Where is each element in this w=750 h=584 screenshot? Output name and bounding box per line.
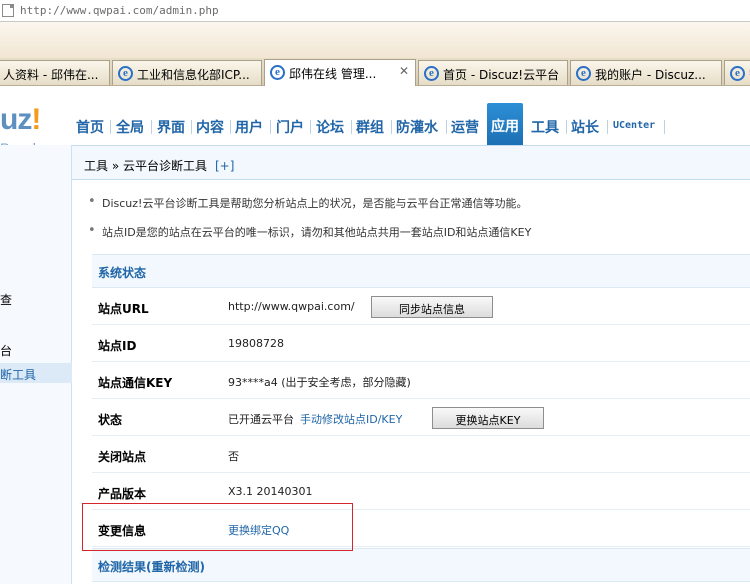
discuz-logo: uz! (0, 103, 41, 136)
nav-forum[interactable]: 论坛 (316, 117, 344, 137)
ie-icon: e (270, 65, 285, 80)
tab-label: 工业和信息化部ICP... (137, 68, 250, 82)
nav-home[interactable]: 首页 (76, 117, 104, 137)
ie-icon: e (730, 66, 745, 81)
row-site-url: 站点URL http://www.qwpai.com/ 同步站点信息 (92, 288, 750, 325)
left-sidebar: 查 台 断工具 (0, 145, 72, 584)
row-value: http://www.qwpai.com/ (228, 300, 355, 313)
row-key: 站点通信KEY (98, 376, 173, 390)
nav-content[interactable]: 内容 (196, 117, 224, 137)
sidebar-item-diagnose[interactable]: 断工具 (0, 363, 72, 383)
tip-text: 站点ID是您的站点在云平台的唯一标识，请勿和其他站点共用一套站点ID和站点通信K… (88, 223, 531, 240)
row-key: 站点URL (98, 302, 149, 316)
sidebar-item-check[interactable]: 查 (0, 291, 12, 308)
ie-icon: e (576, 66, 591, 81)
tab-miit[interactable]: e 工业和信息化部ICP... (112, 60, 262, 85)
nav-operations[interactable]: 运营 (451, 117, 479, 137)
nav-users[interactable]: 用户 (235, 117, 263, 137)
tab-label: 我的账户 - Discuz... (595, 68, 706, 82)
nav-portal[interactable]: 门户 (276, 117, 304, 137)
row-key: 产品版本 (98, 487, 147, 501)
row-value: 93****a4 (出于安全考虑，部分隐藏) (228, 376, 411, 389)
sidebar-item-platform[interactable]: 台 (0, 342, 12, 359)
nav-groups[interactable]: 群组 (356, 117, 384, 137)
tip-text: Discuz!云平台诊断工具是帮助您分析站点上的状况，是否能与云平台正常通信等功… (88, 194, 527, 211)
row-site-id: 站点ID 19808728 (92, 325, 750, 362)
tab-label: 人资料 - 邱伟在... (3, 68, 99, 82)
nav-antispam[interactable]: 防灌水 (396, 117, 438, 137)
address-url[interactable]: http://www.qwpai.com/admin.php (20, 4, 219, 17)
tab-admin[interactable]: e 邱伟在线 管理... ✕ (264, 59, 416, 86)
tab-partial[interactable]: e 誓 (724, 60, 750, 85)
row-key: 关闭站点 (98, 450, 147, 464)
tab-account[interactable]: e 我的账户 - Discuz... (570, 60, 722, 85)
row-value: 已开通云平台 手动修改站点ID/KEY (228, 413, 403, 426)
tab-label: 邱伟在线 管理... (289, 67, 377, 81)
row-state: 状态 已开通云平台 手动修改站点ID/KEY 更换站点KEY (92, 399, 750, 436)
row-key: 站点ID (98, 339, 137, 353)
edit-site-id-link[interactable]: 手动修改站点ID/KEY (300, 413, 402, 426)
nav-global[interactable]: 全局 (116, 117, 144, 137)
row-value: X3.1 20140301 (228, 485, 313, 498)
tab-bar: 人资料 - 邱伟在... e 工业和信息化部ICP... e 邱伟在线 管理..… (0, 58, 750, 86)
row-value: 否 (228, 450, 239, 463)
page-icon (2, 4, 14, 17)
row-key: 状态 (98, 413, 123, 427)
row-value: 19808728 (228, 337, 284, 350)
nav-tools[interactable]: 工具 (531, 117, 559, 137)
highlight-box (82, 503, 353, 551)
nav-ucenter[interactable]: UCenter (613, 120, 655, 131)
ie-icon: e (118, 66, 133, 81)
tab-discuz-home[interactable]: e 首页 - Discuz!云平台 (418, 60, 568, 85)
tab-label: 首页 - Discuz!云平台 (443, 68, 560, 82)
add-shortcut-link[interactable]: [+] (215, 159, 234, 173)
admin-header: uz! Panel 首页 全局 界面 内容 用户 门户 论坛 群组 防灌水 运营… (0, 87, 750, 156)
nav-webmaster[interactable]: 站长 (571, 117, 599, 137)
status-section-header: 系统状态 (92, 254, 750, 288)
result-section-header: 检测结果(重新检测) (92, 548, 750, 582)
address-bar[interactable]: http://www.qwpai.com/admin.php (0, 0, 750, 22)
nav-apps[interactable]: 应用 (487, 103, 523, 145)
ie-icon: e (424, 66, 439, 81)
close-tab-icon[interactable]: ✕ (399, 64, 409, 78)
breadcrumb-bar: 工具 » 云平台诊断工具 [+] (72, 145, 750, 180)
row-site-key: 站点通信KEY 93****a4 (出于安全考虑，部分隐藏) (92, 362, 750, 399)
tab-profile[interactable]: 人资料 - 邱伟在... (0, 60, 110, 85)
browser-toolbar (0, 22, 750, 58)
nav-interface[interactable]: 界面 (157, 117, 185, 137)
breadcrumb: 工具 » 云平台诊断工具 [+] (84, 159, 235, 173)
row-closed: 关闭站点 否 (92, 436, 750, 473)
change-site-key-button[interactable]: 更换站点KEY (432, 407, 544, 429)
sync-site-info-button[interactable]: 同步站点信息 (371, 296, 493, 318)
